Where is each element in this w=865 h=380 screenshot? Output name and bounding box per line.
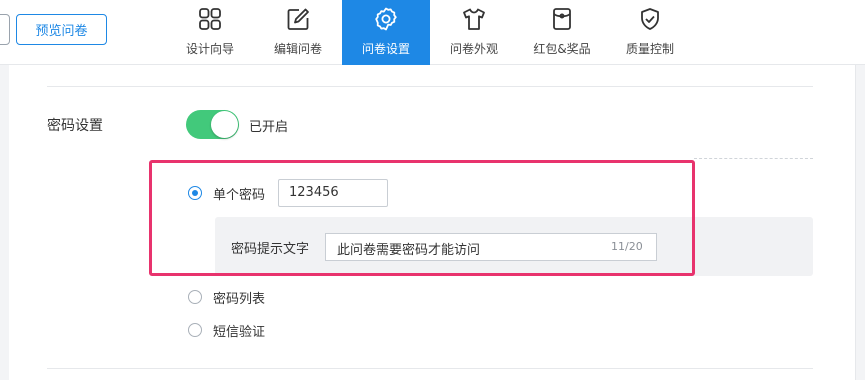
password-toggle[interactable] xyxy=(186,110,239,139)
section-divider xyxy=(47,86,813,87)
dashed-divider xyxy=(694,158,813,159)
nav-red-packet-prizes[interactable]: 红包&奖品 xyxy=(518,0,606,65)
nav-design-wizard[interactable]: 设计向导 xyxy=(166,0,254,65)
red-packet-icon xyxy=(553,8,571,30)
password-settings-label: 密码设置 xyxy=(47,118,103,134)
preview-survey-button[interactable]: 预览问卷 xyxy=(16,14,107,45)
nav-label: 质量控制 xyxy=(625,42,674,56)
shield-check-icon xyxy=(641,8,659,30)
top-toolbar: 预览问卷 设计向导 编辑问卷 问卷设置 问卷外观 红包&奖品 质量控制 xyxy=(0,0,865,65)
nav-edit-survey[interactable]: 编辑问卷 xyxy=(254,0,342,65)
highlight-annotation xyxy=(149,160,695,276)
section-divider xyxy=(47,368,813,369)
radio-password-list[interactable] xyxy=(188,290,202,304)
toggle-knob xyxy=(211,111,238,138)
toggle-status-text: 已开启 xyxy=(249,120,289,135)
option-label-sms-verification: 短信验证 xyxy=(213,325,266,340)
nav-label: 红包&奖品 xyxy=(533,42,591,56)
nav-label: 问卷设置 xyxy=(361,42,410,56)
nav-label: 问卷外观 xyxy=(449,42,498,56)
gear-icon xyxy=(375,7,397,31)
left-toolbar-button[interactable] xyxy=(0,14,10,45)
shirt-icon xyxy=(463,8,485,30)
grid-icon xyxy=(199,8,221,30)
scrollbar-track[interactable] xyxy=(855,65,865,380)
nav-survey-settings[interactable]: 问卷设置 xyxy=(342,0,430,65)
nav-survey-appearance[interactable]: 问卷外观 xyxy=(430,0,518,65)
edit-icon xyxy=(287,8,309,30)
nav-label: 设计向导 xyxy=(185,42,234,56)
radio-sms-verification[interactable] xyxy=(188,323,202,337)
nav-label: 编辑问卷 xyxy=(273,42,322,56)
main-nav: 设计向导 编辑问卷 问卷设置 问卷外观 红包&奖品 质量控制 xyxy=(166,0,694,65)
nav-quality-control[interactable]: 质量控制 xyxy=(606,0,694,65)
option-label-password-list: 密码列表 xyxy=(213,292,266,307)
